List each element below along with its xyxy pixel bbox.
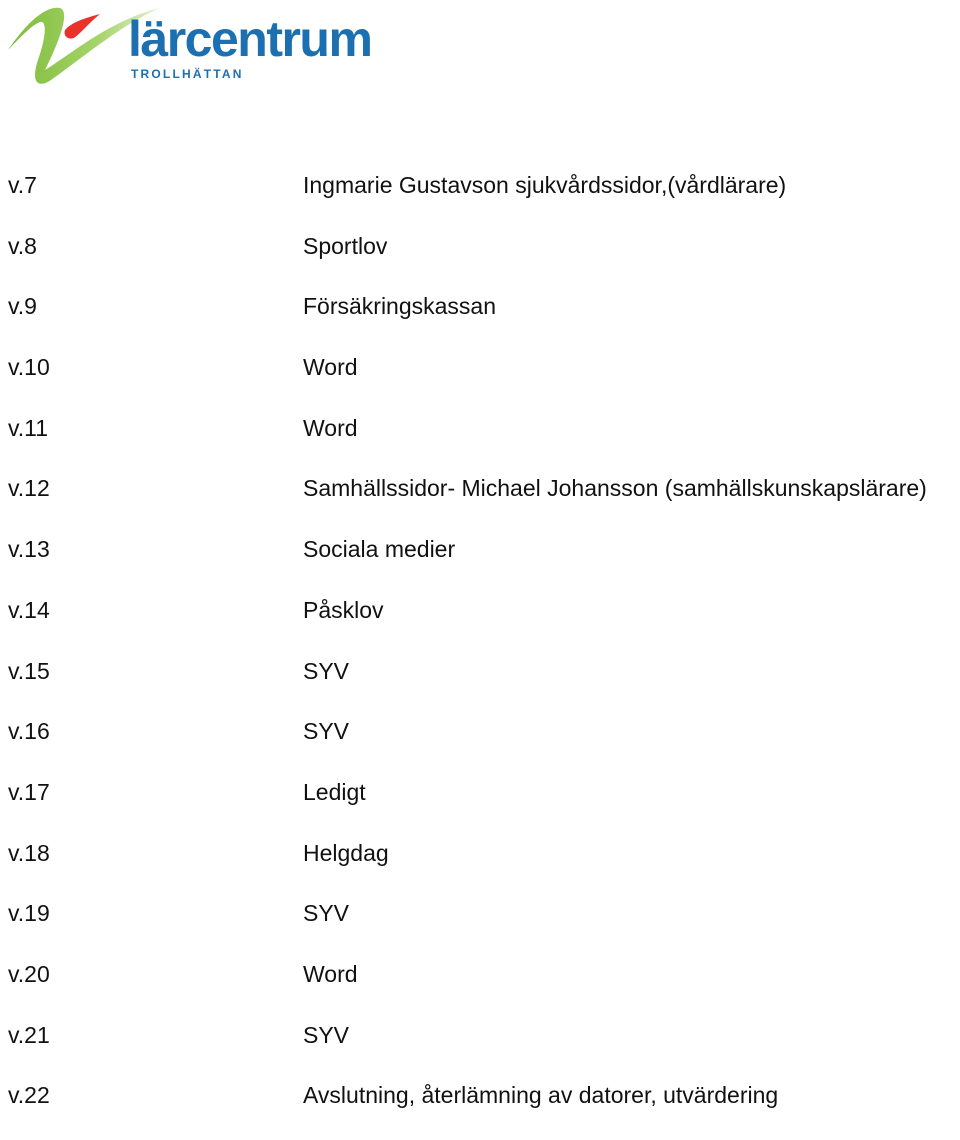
- week-activity: SYV: [303, 900, 350, 927]
- week-activity: Försäkringskassan: [303, 293, 497, 320]
- logo-wordmark: lärcentrum: [128, 11, 373, 67]
- week-activity: Word: [303, 354, 358, 381]
- week-activity: Ingmarie Gustavson sjukvårdssidor,(vårdl…: [303, 172, 787, 198]
- week-activity: Ledigt: [303, 778, 366, 805]
- week-label: v.17: [8, 778, 50, 805]
- week-activity: SYV: [303, 718, 350, 745]
- week-label: v.22: [8, 1082, 50, 1109]
- week-label: v.20: [8, 960, 50, 987]
- week-label: v.12: [8, 475, 50, 502]
- week-label: v.14: [8, 596, 50, 623]
- week-label: v.11: [8, 414, 49, 441]
- week-label: v.15: [8, 657, 50, 684]
- week-activity: Sociala medier: [303, 536, 456, 563]
- week-activity: Avslutning, återlämning av datorer, utvä…: [303, 1082, 779, 1109]
- week-label: v.21: [8, 1021, 50, 1048]
- week-activity: Sportlov: [303, 232, 388, 259]
- week-activity: Word: [303, 414, 358, 441]
- week-activity: Word: [303, 960, 358, 987]
- week-label: v.13: [8, 536, 50, 563]
- week-label: v.10: [8, 354, 50, 381]
- lercentrum-logo: lärcentrum TROLLHÄTTAN: [0, 0, 400, 90]
- week-activity: SYV: [303, 1021, 350, 1048]
- week-label: v.9: [8, 293, 37, 320]
- week-activity: Påsklov: [303, 596, 384, 623]
- week-activity: Samhällssidor- Michael Johansson (samhäl…: [303, 475, 927, 502]
- week-label: v.8: [8, 232, 37, 259]
- week-activity: SYV: [303, 657, 350, 684]
- week-label: v.16: [8, 718, 50, 745]
- week-label: v.19: [8, 900, 50, 927]
- week-label: v.7: [8, 172, 37, 198]
- week-label: v.18: [8, 839, 50, 866]
- week-activity: Helgdag: [303, 839, 389, 866]
- logo-subtitle: TROLLHÄTTAN: [131, 67, 244, 81]
